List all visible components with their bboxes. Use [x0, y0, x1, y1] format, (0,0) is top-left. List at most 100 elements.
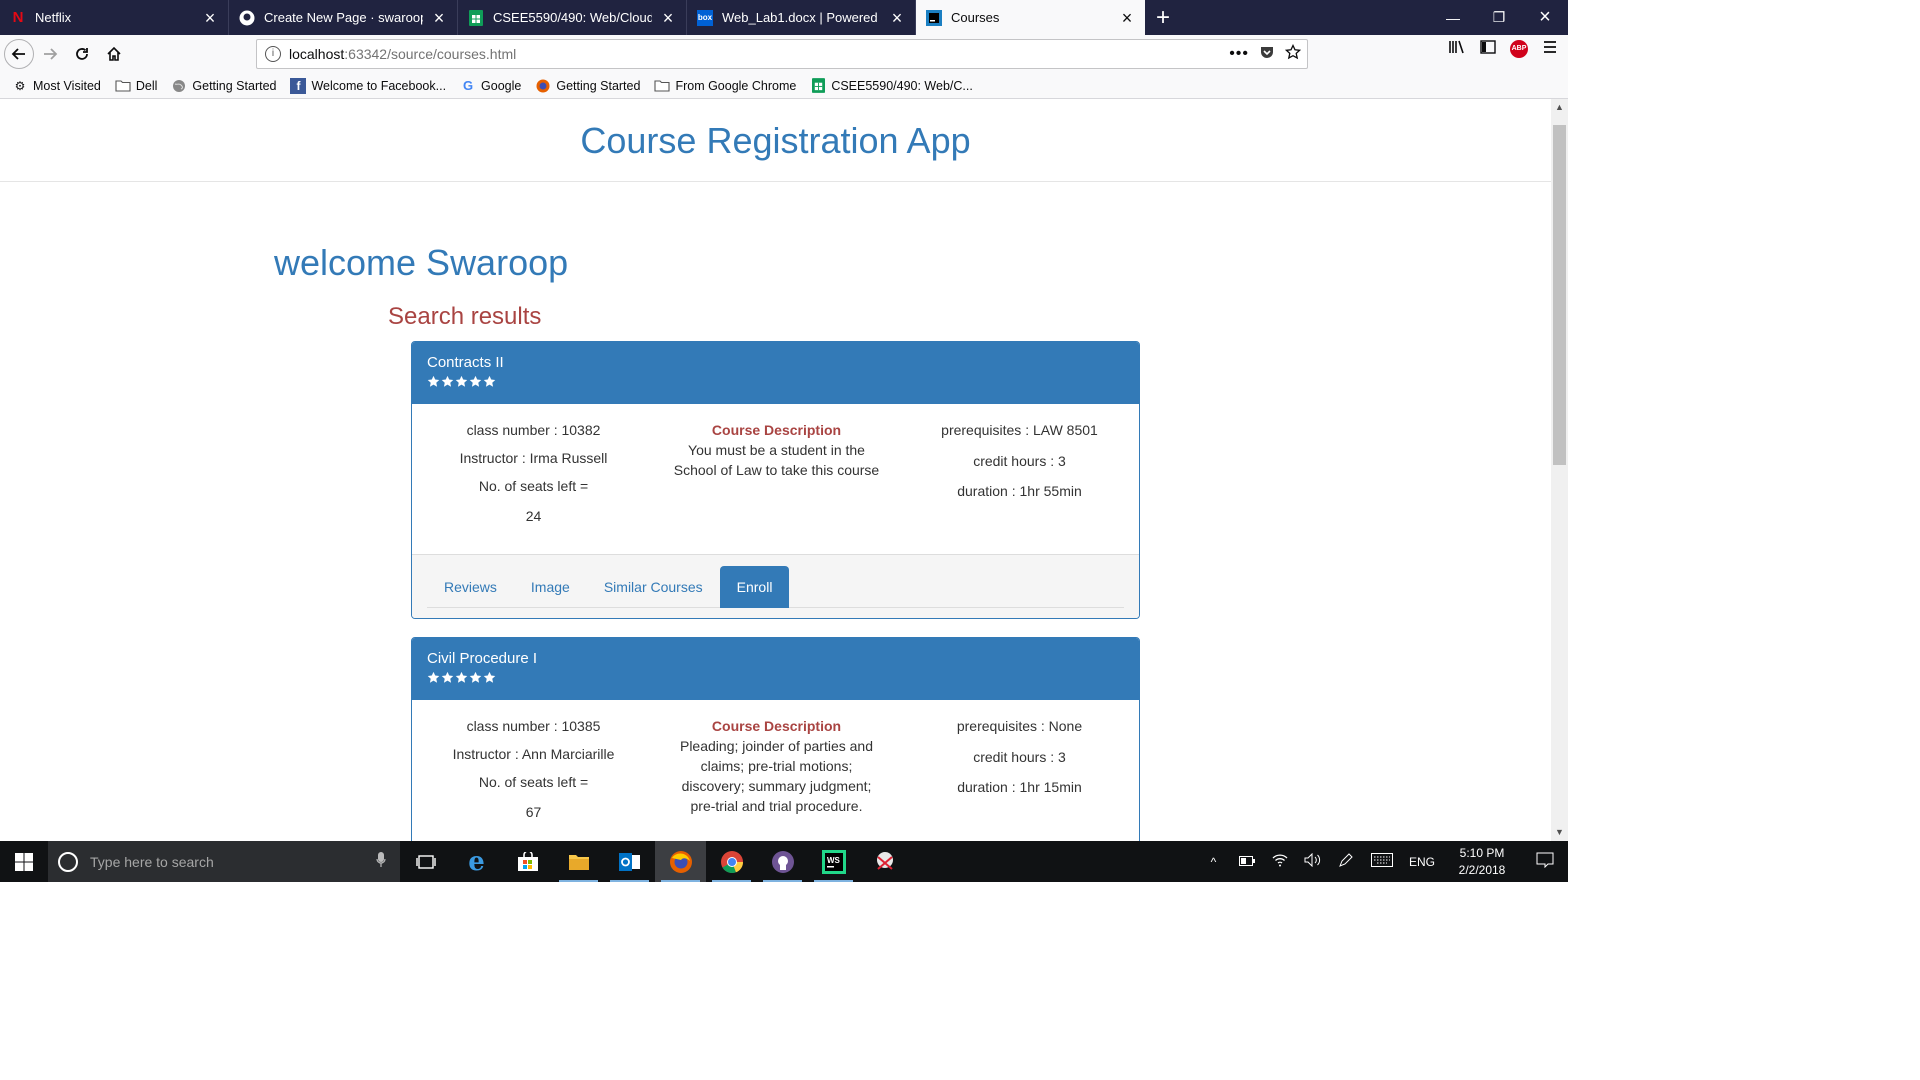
course-tabs: Reviews Image Similar Courses Enroll	[427, 566, 1124, 608]
outlook-icon[interactable]	[604, 841, 655, 882]
scrollbar-thumb[interactable]	[1553, 125, 1566, 465]
new-tab-button[interactable]: +	[1145, 0, 1181, 35]
facebook-icon: f	[290, 77, 307, 94]
back-arrow-icon	[11, 48, 25, 60]
volume-icon[interactable]	[1296, 852, 1329, 870]
reload-button[interactable]	[66, 38, 98, 70]
class-number: class number : 10382	[466, 422, 601, 438]
browser-tab-sheets[interactable]: CSEE5590/490: Web/Cloud/Mo ×	[458, 0, 687, 35]
bookmark-most-visited[interactable]: ⚙ Most Visited	[12, 78, 101, 94]
snipping-tool-icon[interactable]	[859, 841, 910, 882]
url-path: :63342/source/courses.html	[344, 46, 517, 62]
page-actions-icon[interactable]: •••	[1229, 45, 1249, 63]
instructor: Instructor : Irma Russell	[459, 450, 608, 466]
bookmark-getting-started[interactable]: Getting Started	[171, 78, 276, 94]
notification-icon[interactable]	[1522, 852, 1568, 871]
webstorm-icon	[926, 9, 942, 26]
star-icon	[469, 375, 482, 387]
course-description-title: Course Description	[711, 422, 842, 438]
app-title: Course Registration App	[580, 120, 971, 161]
course-description-title: Course Description	[711, 718, 842, 734]
scroll-up-icon[interactable]: ▲	[1551, 99, 1568, 116]
windows-icon	[15, 852, 33, 871]
bookmark-dell[interactable]: Dell	[115, 78, 157, 94]
edge-icon[interactable]: e	[451, 841, 502, 882]
close-icon[interactable]: ×	[202, 9, 218, 27]
prerequisites: prerequisites : None	[956, 718, 1083, 734]
reload-icon	[76, 48, 88, 60]
tab-title: CSEE5590/490: Web/Cloud/Mo	[493, 10, 652, 25]
webstorm-taskbar-icon[interactable]: WS	[808, 841, 859, 882]
star-rating	[427, 671, 1124, 684]
system-tray: ^ ENG 5:10 PM 2/2/2018	[1197, 841, 1568, 882]
course-header: Civil Procedure I	[412, 638, 1139, 700]
sidebar-icon[interactable]	[1480, 39, 1496, 58]
seats-count: 24	[525, 508, 542, 524]
restore-button[interactable]: ❐	[1476, 0, 1522, 35]
address-bar[interactable]: i localhost:63342/source/courses.html ••…	[256, 39, 1308, 69]
wifi-icon[interactable]	[1263, 853, 1296, 870]
minimize-button[interactable]: —	[1430, 0, 1476, 35]
pen-icon[interactable]	[1329, 852, 1362, 871]
keyboard-icon[interactable]	[1362, 853, 1402, 870]
browser-tab-netflix[interactable]: N Netflix ×	[0, 0, 229, 35]
course-name: Civil Procedure I	[427, 650, 538, 667]
taskbar: Type here to search e WS ^ ENG 5:10 PM 2…	[0, 841, 1568, 882]
menu-icon[interactable]	[1542, 39, 1558, 58]
bookmarks-bar: ⚙ Most Visited Dell Getting Started f We…	[0, 73, 1568, 99]
bookmark-facebook[interactable]: f Welcome to Facebook...	[290, 77, 446, 94]
language-indicator[interactable]: ENG	[1402, 855, 1442, 869]
task-view-icon[interactable]	[400, 841, 451, 882]
close-icon[interactable]: ×	[1119, 9, 1135, 27]
globe-icon	[171, 78, 187, 94]
bookmark-google[interactable]: G Google	[460, 78, 521, 94]
seats-label: No. of seats left =	[478, 774, 589, 790]
duration: duration : 1hr 55min	[957, 483, 1082, 499]
star-icon	[483, 375, 496, 387]
bookmark-csee5590[interactable]: CSEE5590/490: Web/C...	[810, 78, 973, 94]
library-icon[interactable]	[1448, 39, 1466, 58]
bookmark-getting-started-firefox[interactable]: Getting Started	[535, 78, 640, 94]
folder-icon	[115, 78, 131, 94]
info-icon[interactable]: i	[265, 46, 281, 62]
prerequisites: prerequisites : LAW 8501	[941, 422, 1098, 438]
home-button[interactable]	[98, 38, 130, 70]
back-button[interactable]	[4, 39, 34, 69]
star-rating	[427, 375, 1124, 388]
microphone-icon[interactable]	[376, 852, 386, 871]
close-icon[interactable]: ×	[660, 9, 676, 27]
adblock-icon[interactable]: ABP	[1510, 39, 1528, 58]
battery-icon[interactable]	[1230, 855, 1263, 869]
firefox-taskbar-icon[interactable]	[655, 841, 706, 882]
browser-tab-box[interactable]: box Web_Lab1.docx | Powered by B ×	[687, 0, 916, 35]
tab-image[interactable]: Image	[514, 566, 587, 608]
bookmark-star-icon[interactable]	[1284, 43, 1302, 63]
sheets-icon	[810, 78, 826, 94]
close-window-button[interactable]: ×	[1522, 0, 1568, 35]
vertical-scrollbar[interactable]: ▲ ▼	[1551, 99, 1568, 841]
close-icon[interactable]: ×	[889, 9, 905, 27]
start-button[interactable]	[0, 841, 48, 882]
github-desktop-icon[interactable]	[757, 841, 808, 882]
tab-reviews[interactable]: Reviews	[427, 566, 514, 608]
bookmark-from-google-chrome[interactable]: From Google Chrome	[654, 78, 796, 94]
browser-tab-courses[interactable]: Courses ×	[916, 0, 1145, 35]
clock[interactable]: 5:10 PM 2/2/2018	[1442, 845, 1522, 879]
close-icon[interactable]: ×	[431, 9, 447, 27]
forward-button[interactable]	[34, 38, 66, 70]
taskbar-search[interactable]: Type here to search	[48, 841, 400, 882]
search-results-heading: Search results	[388, 303, 542, 330]
chrome-icon[interactable]	[706, 841, 757, 882]
bookmark-label: Getting Started	[556, 78, 641, 93]
tab-enroll[interactable]: Enroll	[719, 566, 790, 608]
chevron-up-icon[interactable]: ^	[1197, 855, 1230, 869]
course-body: class number : 10385 Instructor : Ann Ma…	[412, 700, 1139, 841]
store-icon[interactable]	[502, 841, 553, 882]
scroll-down-icon[interactable]: ▼	[1551, 824, 1568, 841]
nav-bar: i localhost:63342/source/courses.html ••…	[0, 35, 1568, 73]
tab-similar-courses[interactable]: Similar Courses	[587, 566, 720, 608]
forward-arrow-icon	[44, 48, 58, 60]
browser-tab-github[interactable]: Create New Page · swaroop832 ×	[229, 0, 458, 35]
pocket-icon[interactable]	[1259, 44, 1275, 63]
file-explorer-icon[interactable]	[553, 841, 604, 882]
